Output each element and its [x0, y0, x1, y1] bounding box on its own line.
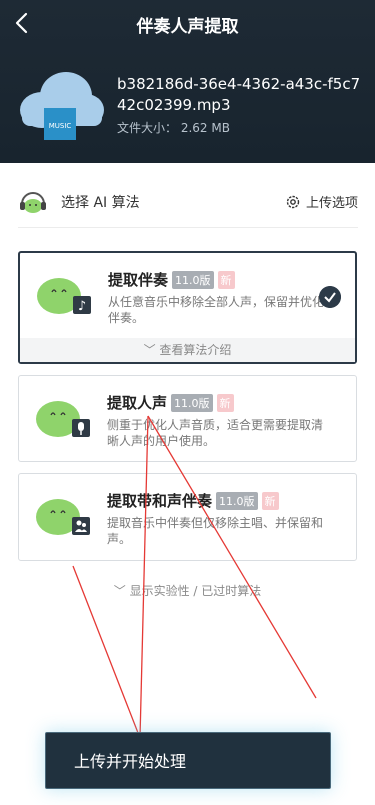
ai-headphones-icon: [20, 192, 46, 213]
select-algorithm-label: 选择 AI 算法: [61, 195, 140, 211]
card-description: 侧重于优化人声音质，适合更需要提取清晰人声的用户使用。: [107, 418, 324, 448]
new-badge: 新: [217, 270, 235, 289]
users-icon: [76, 520, 82, 526]
card-title: 提取人声 11.0版 新: [107, 392, 234, 413]
chevron-down-icon: ﹀: [143, 343, 160, 357]
music-note-icon: ♪: [78, 299, 86, 314]
card-title: 提取带和声伴奏 11.0版 新: [107, 490, 279, 511]
upload-options-button[interactable]: 上传选项: [285, 192, 358, 211]
card-title: 提取伴奏 11.0版 新: [108, 269, 235, 290]
algorithm-card-harmony[interactable]: 提取带和声伴奏 11.0版 新 提取音乐中伴奏但仅移除主唱、并保留和声。: [18, 473, 357, 561]
algorithm-intro-link[interactable]: ﹀ 查看算法介绍: [20, 338, 355, 362]
green-face-icon: [36, 401, 90, 437]
version-badge: 11.0版: [171, 393, 213, 412]
microphone-icon: [78, 422, 84, 431]
new-badge: 新: [216, 393, 234, 412]
chevron-down-icon: ﹀: [113, 584, 130, 598]
version-badge: 11.0版: [216, 491, 258, 510]
header: 伴奏人声提取 MUSIC b382186d-36e4-4362-a43c-f5c…: [0, 0, 375, 163]
algorithm-card-accompaniment[interactable]: ♪ 提取伴奏 11.0版 新 从任意音乐中移除全部人声，保留并优化伴奏。 ﹀ 查…: [18, 251, 357, 364]
divider: [18, 227, 358, 228]
version-badge: 11.0版: [172, 270, 214, 289]
green-face-icon: ♪: [37, 278, 91, 314]
gear-icon: [286, 195, 300, 208]
green-face-icon: [36, 499, 90, 535]
file-name: b382186d-36e4-4362-a43c-f5c742c02399.mp3: [117, 75, 361, 114]
card-description: 从任意音乐中移除全部人声，保留并优化伴奏。: [108, 295, 325, 325]
card-description: 提取音乐中伴奏但仅移除主唱、并保留和声。: [107, 516, 324, 546]
page-title: 伴奏人声提取: [136, 17, 239, 37]
upload-and-process-button[interactable]: 上传并开始处理: [45, 732, 331, 789]
upload-options-label: 上传选项: [306, 196, 359, 211]
new-badge: 新: [261, 491, 279, 510]
cloud-music-icon: MUSIC: [20, 72, 104, 140]
cloud-label: MUSIC: [49, 122, 72, 130]
check-icon: [319, 286, 341, 308]
file-size: 文件大小： 2.62 MB: [117, 121, 230, 135]
algorithm-card-vocals[interactable]: 提取人声 11.0版 新 侧重于优化人声音质，适合更需要提取清晰人声的用户使用。: [18, 375, 357, 462]
show-more-algorithms-link[interactable]: ﹀ 显示实验性 / 已过时算法: [0, 582, 375, 599]
